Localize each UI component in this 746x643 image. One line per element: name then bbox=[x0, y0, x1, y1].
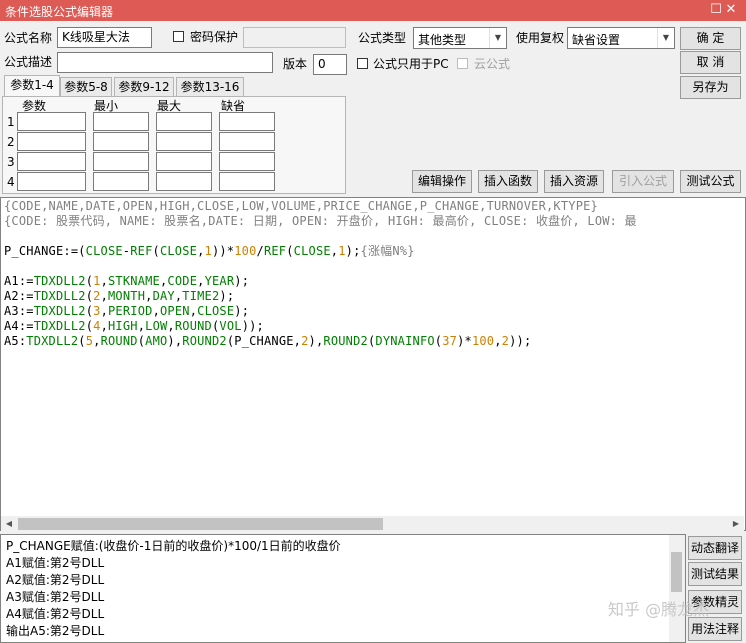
close-icon[interactable]: ✕ bbox=[716, 0, 746, 21]
param-row-number: 2 bbox=[7, 135, 15, 149]
password-input[interactable] bbox=[243, 27, 346, 48]
desc-input[interactable] bbox=[57, 52, 273, 73]
param-name-cell[interactable] bbox=[17, 132, 86, 151]
usage-notes-button[interactable]: 用法注释 bbox=[688, 617, 742, 641]
password-label: 密码保护 bbox=[190, 30, 239, 44]
param-default-cell[interactable] bbox=[219, 172, 275, 191]
code-line: A5:TDXDLL2(5,ROUND(AMO),ROUND2(P_CHANGE,… bbox=[4, 334, 532, 348]
type-select[interactable]: 其他类型 ▼ bbox=[413, 27, 507, 49]
tab-params-5-8[interactable]: 参数5-8 bbox=[60, 77, 112, 96]
param-default-cell[interactable] bbox=[219, 112, 275, 131]
param-default-cell[interactable] bbox=[219, 152, 275, 171]
name-label: 公式名称 bbox=[4, 31, 53, 45]
edit-operation-button[interactable]: 编辑操作 bbox=[412, 170, 472, 193]
cloud-label: 云公式 bbox=[474, 57, 511, 71]
name-input[interactable]: K线吸星大法 bbox=[57, 27, 152, 48]
param-name-cell[interactable] bbox=[17, 112, 86, 131]
param-min-cell[interactable] bbox=[93, 112, 149, 131]
version-label: 版本 bbox=[283, 57, 308, 71]
horizontal-scrollbar[interactable]: ◀ ▶ bbox=[1, 516, 744, 532]
type-label: 公式类型 bbox=[358, 31, 407, 45]
output-line: A3赋值:第2号DLL bbox=[6, 590, 105, 604]
param-max-cell[interactable] bbox=[156, 112, 212, 131]
insert-function-button[interactable]: 插入函数 bbox=[478, 170, 538, 193]
scrollbar-thumb[interactable] bbox=[671, 552, 682, 592]
test-formula-button[interactable]: 测试公式 bbox=[680, 170, 741, 193]
output-line: A2赋值:第2号DLL bbox=[6, 573, 105, 587]
code-line: A3:=TDXDLL2(3,PERIOD,OPEN,CLOSE); bbox=[4, 304, 250, 318]
param-row-number: 3 bbox=[7, 155, 15, 169]
dynamic-translate-button[interactable]: 动态翻译 bbox=[688, 536, 742, 560]
version-input[interactable]: 0 bbox=[313, 54, 347, 75]
rights-label: 使用复权 bbox=[516, 31, 565, 45]
pc-only-label: 公式只用于PC bbox=[373, 57, 449, 71]
import-formula-button[interactable]: 引入公式 bbox=[612, 170, 674, 193]
ok-button[interactable]: 确 定 bbox=[680, 27, 741, 50]
translation-output: P_CHANGE赋值:(收盘价-1日前的收盘价)*100/1日前的收盘价 A1赋… bbox=[0, 534, 686, 643]
type-value: 其他类型 bbox=[418, 33, 467, 47]
code-line: {CODE: 股票代码, NAME: 股票名,DATE: 日期, OPEN: 开… bbox=[4, 214, 637, 228]
tab-params-13-16[interactable]: 参数13-16 bbox=[176, 77, 244, 96]
window-title: 条件选股公式编辑器 bbox=[5, 5, 114, 19]
param-min-cell[interactable] bbox=[93, 132, 149, 151]
title-bar: 条件选股公式编辑器 ☐ ✕ bbox=[0, 0, 746, 21]
output-line: 输出A5:第2号DLL bbox=[6, 624, 105, 638]
code-line: P_CHANGE:=(CLOSE-REF(CLOSE,1))*100/REF(C… bbox=[4, 244, 415, 258]
param-row-number: 4 bbox=[7, 175, 15, 189]
output-line: A1赋值:第2号DLL bbox=[6, 556, 105, 570]
param-row-number: 1 bbox=[7, 115, 15, 129]
code-editor[interactable]: {CODE,NAME,DATE,OPEN,HIGH,CLOSE,LOW,VOLU… bbox=[0, 197, 746, 531]
save-as-button[interactable]: 另存为 bbox=[680, 76, 741, 99]
pc-only-checkbox[interactable] bbox=[357, 58, 368, 69]
code-line: {CODE,NAME,DATE,OPEN,HIGH,CLOSE,LOW,VOLU… bbox=[4, 199, 598, 213]
insert-resource-button[interactable]: 插入资源 bbox=[544, 170, 604, 193]
tab-params-9-12[interactable]: 参数9-12 bbox=[114, 77, 174, 96]
tab-params-1-4[interactable]: 参数1-4 bbox=[4, 75, 60, 96]
test-result-button[interactable]: 测试结果 bbox=[688, 562, 742, 586]
param-min-cell[interactable] bbox=[93, 152, 149, 171]
vertical-scrollbar[interactable] bbox=[669, 535, 685, 642]
password-checkbox[interactable] bbox=[173, 31, 184, 42]
cloud-checkbox[interactable] bbox=[457, 58, 468, 69]
chevron-down-icon: ▼ bbox=[489, 28, 506, 48]
param-min-cell[interactable] bbox=[93, 172, 149, 191]
chevron-down-icon: ▼ bbox=[657, 28, 674, 48]
desc-label: 公式描述 bbox=[4, 55, 53, 69]
rights-select[interactable]: 缺省设置 ▼ bbox=[567, 27, 675, 49]
scrollbar-thumb[interactable] bbox=[18, 518, 383, 530]
cancel-button[interactable]: 取 消 bbox=[680, 51, 741, 74]
param-max-cell[interactable] bbox=[156, 152, 212, 171]
code-line: A4:=TDXDLL2(4,HIGH,LOW,ROUND(VOL)); bbox=[4, 319, 264, 333]
rights-value: 缺省设置 bbox=[572, 33, 621, 47]
scroll-right-icon[interactable]: ▶ bbox=[728, 516, 744, 532]
watermark: 知乎 @腾龙杰 bbox=[608, 600, 710, 619]
param-max-cell[interactable] bbox=[156, 172, 212, 191]
param-name-cell[interactable] bbox=[17, 152, 86, 171]
output-line: A4赋值:第2号DLL bbox=[6, 607, 105, 621]
param-default-cell[interactable] bbox=[219, 132, 275, 151]
output-line: P_CHANGE赋值:(收盘价-1日前的收盘价)*100/1日前的收盘价 bbox=[6, 539, 341, 553]
param-name-cell[interactable] bbox=[17, 172, 86, 191]
param-max-cell[interactable] bbox=[156, 132, 212, 151]
code-line: A2:=TDXDLL2(2,MONTH,DAY,TIME2); bbox=[4, 289, 235, 303]
code-line: A1:=TDXDLL2(1,STKNAME,CODE,YEAR); bbox=[4, 274, 250, 288]
scroll-left-icon[interactable]: ◀ bbox=[1, 516, 17, 532]
